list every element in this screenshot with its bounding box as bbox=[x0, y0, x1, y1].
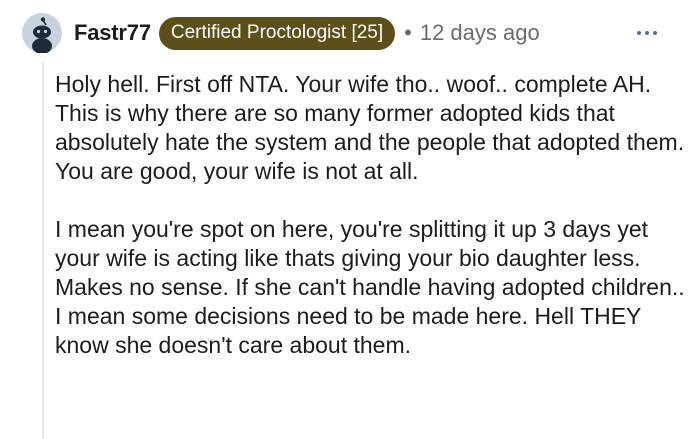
more-options-icon bbox=[645, 31, 649, 35]
separator-dot: • bbox=[404, 20, 412, 45]
user-flair: Certified Proctologist [25] bbox=[158, 16, 396, 50]
comment: Fastr77 Certified Proctologist [25] • 12… bbox=[0, 0, 700, 439]
comment-body: Holy hell. First off NTA. Your wife tho.… bbox=[55, 70, 685, 360]
comment-paragraph: Holy hell. First off NTA. Your wife tho.… bbox=[55, 71, 685, 184]
more-options-icon bbox=[637, 31, 641, 35]
timestamp[interactable]: 12 days ago bbox=[420, 20, 540, 46]
comment-paragraph: I mean you're spot on here, you're split… bbox=[55, 216, 685, 358]
more-options-icon bbox=[653, 31, 657, 35]
user-avatar[interactable] bbox=[22, 13, 62, 53]
thread-line[interactable] bbox=[42, 62, 44, 439]
snoo-avatar-icon bbox=[22, 13, 62, 53]
more-options-button[interactable] bbox=[632, 20, 662, 46]
comment-header: Fastr77 Certified Proctologist [25] • 12… bbox=[74, 14, 540, 52]
username[interactable]: Fastr77 bbox=[74, 20, 151, 46]
